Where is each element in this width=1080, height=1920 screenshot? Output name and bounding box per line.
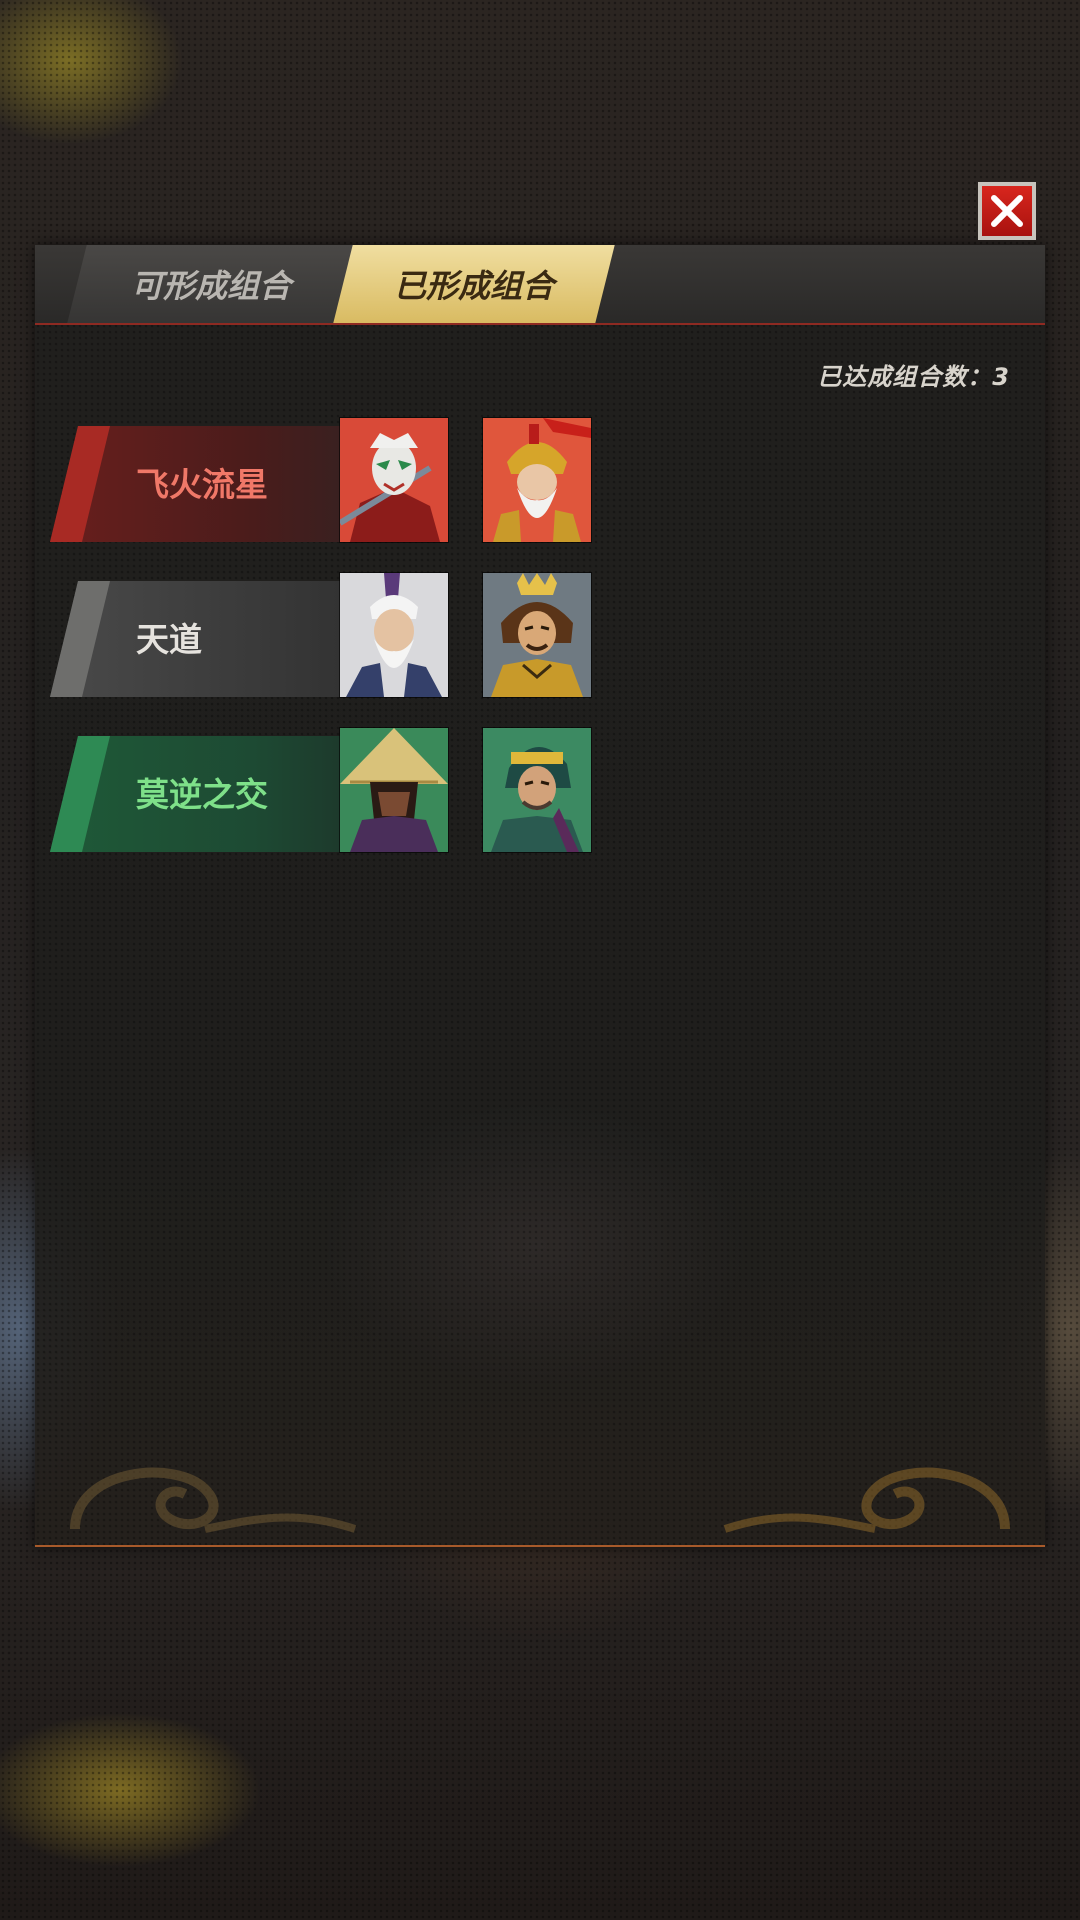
swirl-decoration-left-icon bbox=[70, 1467, 357, 1533]
tab-formed-combos[interactable]: 已形成组合 bbox=[333, 245, 615, 323]
hero-portrait[interactable] bbox=[340, 573, 448, 697]
hero-portrait[interactable] bbox=[483, 418, 591, 542]
close-x-icon bbox=[991, 195, 1023, 227]
combo-name: 天道 bbox=[136, 620, 202, 659]
tab-formed-label: 已形成组合 bbox=[393, 267, 554, 305]
combo-name: 莫逆之交 bbox=[136, 775, 268, 814]
white-beard-sage-portrait-icon bbox=[340, 573, 448, 697]
tab-available-combos[interactable]: 可形成组合 bbox=[67, 245, 355, 323]
tab-bar: 可形成组合 已形成组合 bbox=[35, 245, 1045, 325]
close-button[interactable] bbox=[978, 182, 1036, 240]
hero-portrait[interactable] bbox=[340, 418, 448, 542]
warrior-masked-portrait-icon bbox=[340, 418, 448, 542]
combo-row-monizhijiao[interactable]: 莫逆之交 bbox=[50, 728, 610, 852]
hero-portrait[interactable] bbox=[340, 728, 448, 852]
straw-hat-swordsman-portrait-icon bbox=[340, 728, 448, 852]
old-general-gold-helmet-portrait-icon bbox=[483, 418, 591, 542]
headband-fighter-portrait-icon bbox=[483, 728, 591, 852]
swirl-decoration-right-icon bbox=[723, 1467, 1010, 1533]
crowned-warlord-portrait-icon bbox=[483, 573, 591, 697]
combo-count-label: 已达成组合数：3 bbox=[817, 363, 1010, 391]
hero-portrait[interactable] bbox=[483, 573, 591, 697]
combo-row-feihuoliuxing[interactable]: 飞火流星 bbox=[50, 418, 610, 542]
combo-name: 飞火流星 bbox=[136, 465, 268, 504]
tab-available-label: 可形成组合 bbox=[130, 267, 291, 305]
hero-portrait[interactable] bbox=[483, 728, 591, 852]
combo-row-tiandao[interactable]: 天道 bbox=[50, 573, 610, 697]
